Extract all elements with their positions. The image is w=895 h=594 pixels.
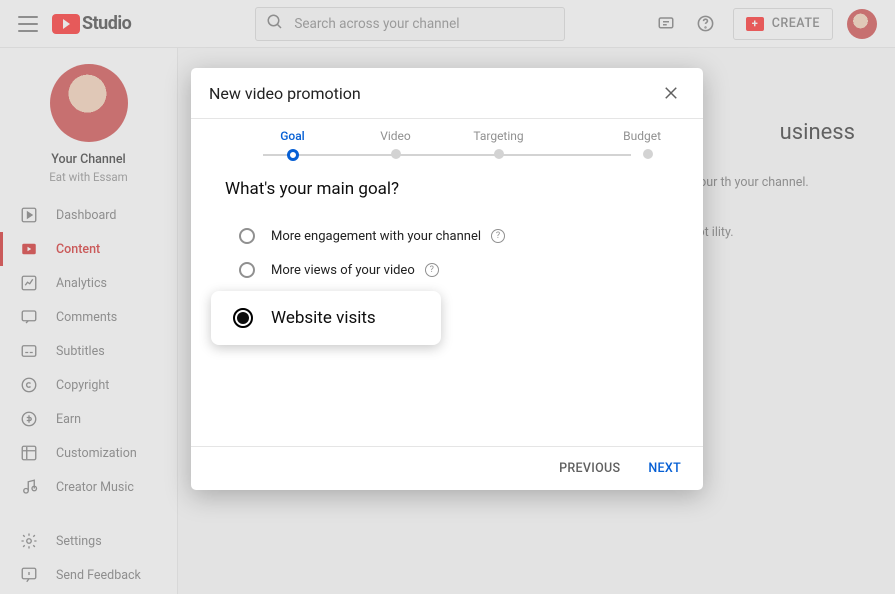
feedback-icon xyxy=(20,566,38,584)
sidebar-item-label: Subtitles xyxy=(56,344,105,359)
next-button[interactable]: NEXT xyxy=(646,457,683,480)
sidebar-item-label: Settings xyxy=(56,534,102,549)
step-label: Video xyxy=(380,129,411,143)
step-dot-icon xyxy=(391,149,401,159)
radio-icon xyxy=(239,262,255,278)
radio-icon xyxy=(239,228,255,244)
stepper: Goal Video Targeting Budget xyxy=(191,119,703,161)
goal-option-label: More engagement with your channel xyxy=(271,229,481,244)
search-box[interactable] xyxy=(255,7,565,41)
modal-header: New video promotion xyxy=(191,68,703,118)
channel-handle: Eat with Essam xyxy=(49,170,128,184)
close-button[interactable] xyxy=(657,79,685,107)
step-dot-icon xyxy=(494,149,504,159)
goal-option-label: Website visits xyxy=(271,308,376,328)
sidebar: Your Channel Eat with Essam Dashboard Co… xyxy=(0,48,178,594)
earn-icon xyxy=(20,410,38,428)
dashboard-icon xyxy=(20,206,38,224)
sidebar-item-copyright[interactable]: Copyright xyxy=(0,368,177,402)
sidebar-item-label: Comments xyxy=(56,310,117,325)
create-video-icon: + xyxy=(746,17,764,31)
hamburger-menu-icon[interactable] xyxy=(18,16,38,32)
step-label: Targeting xyxy=(473,129,523,143)
account-avatar[interactable] xyxy=(847,9,877,39)
subtitles-icon xyxy=(20,342,38,360)
sidebar-item-analytics[interactable]: Analytics xyxy=(0,266,177,300)
previous-button[interactable]: PREVIOUS xyxy=(557,457,622,480)
sidebar-item-feedback[interactable]: Send Feedback xyxy=(0,558,177,592)
modal-footer: PREVIOUS NEXT xyxy=(191,446,703,490)
channel-name: Your Channel xyxy=(51,152,125,167)
sidebar-item-label: Customization xyxy=(56,446,137,461)
gear-icon xyxy=(20,532,38,550)
goal-option-label: More views of your video xyxy=(271,263,415,278)
step-dot-icon xyxy=(287,149,299,161)
sidebar-item-dashboard[interactable]: Dashboard xyxy=(0,198,177,232)
music-icon xyxy=(20,478,38,496)
step-goal[interactable]: Goal xyxy=(241,129,344,161)
logo-text: Studio xyxy=(82,13,131,34)
modal-body: What's your main goal? More engagement w… xyxy=(191,161,703,446)
youtube-studio-logo[interactable]: Studio xyxy=(52,13,131,34)
promotion-modal: New video promotion Goal Video Targeting… xyxy=(191,68,703,490)
sidebar-item-subtitles[interactable]: Subtitles xyxy=(0,334,177,368)
sidebar-item-label: Earn xyxy=(56,412,81,427)
copyright-icon xyxy=(20,376,38,394)
sidebar-item-label: Copyright xyxy=(56,378,109,393)
sidebar-item-customization[interactable]: Customization xyxy=(0,436,177,470)
channel-avatar xyxy=(50,64,128,142)
app-header: Studio + CREATE xyxy=(0,0,895,48)
help-icon[interactable] xyxy=(693,11,719,37)
sidebar-item-label: Send Feedback xyxy=(56,568,141,583)
search-icon xyxy=(266,13,284,35)
channel-info[interactable]: Your Channel Eat with Essam xyxy=(0,48,177,198)
content-icon xyxy=(20,240,38,258)
step-dot-icon xyxy=(643,149,653,159)
sidebar-item-content[interactable]: Content xyxy=(0,232,177,266)
step-label: Budget xyxy=(623,129,661,143)
sidebar-item-earn[interactable]: Earn xyxy=(0,402,177,436)
sidebar-item-label: Content xyxy=(56,242,100,257)
create-button-label: CREATE xyxy=(772,16,820,31)
sidebar-item-creator-music[interactable]: Creator Music xyxy=(0,470,177,504)
analytics-icon xyxy=(20,274,38,292)
sidebar-item-label: Dashboard xyxy=(56,208,116,223)
goal-option-website-visits[interactable]: Website visits xyxy=(211,291,441,345)
modal-title: New video promotion xyxy=(209,84,361,103)
sidebar-item-label: Analytics xyxy=(56,276,107,291)
sidebar-item-comments[interactable]: Comments xyxy=(0,300,177,334)
help-tooltip-icon[interactable]: ? xyxy=(491,229,505,243)
sidebar-item-label: Creator Music xyxy=(56,480,134,495)
youtube-logo-icon xyxy=(52,14,80,34)
radio-selected-icon xyxy=(233,308,253,328)
chat-help-icon[interactable] xyxy=(653,11,679,37)
comments-icon xyxy=(20,308,38,326)
background-heading-fragment: usiness xyxy=(780,116,855,149)
search-input[interactable] xyxy=(294,16,554,32)
create-button[interactable]: + CREATE xyxy=(733,8,833,40)
help-tooltip-icon[interactable]: ? xyxy=(425,263,439,277)
step-label: Goal xyxy=(280,129,305,143)
goal-option-views[interactable]: More views of your video ? xyxy=(225,253,669,287)
customization-icon xyxy=(20,444,38,462)
goal-option-engagement[interactable]: More engagement with your channel ? xyxy=(225,219,669,253)
goal-heading: What's your main goal? xyxy=(225,179,669,199)
sidebar-item-settings[interactable]: Settings xyxy=(0,524,177,558)
